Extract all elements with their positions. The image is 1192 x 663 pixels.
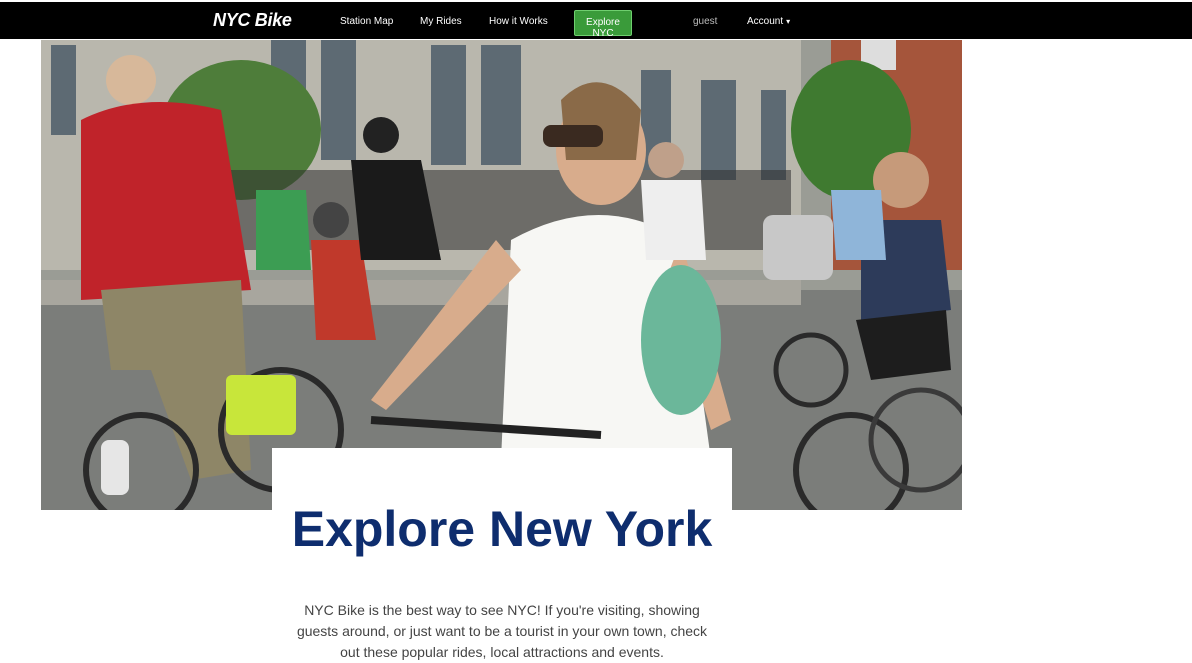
cyclists-photo [41,40,962,510]
page-title: Explore New York [291,500,713,557]
intro-paragraph: NYC Bike is the best way to see NYC! If … [296,602,708,660]
nav-explore-nyc[interactable]: Explore NYC [574,10,632,39]
nav-station-map[interactable]: Station Map [340,16,393,27]
top-navbar: NYC Bike Station Map My Rides How it Wor… [0,2,1192,39]
account-dropdown[interactable]: Account ▾ [747,16,790,27]
account-label: Account [747,16,784,27]
brand-logo-link[interactable]: NYC Bike [213,10,292,31]
hero-image [41,40,962,510]
username-label: guest [693,16,718,27]
nav-my-rides[interactable]: My Rides [420,16,462,27]
caret-down-icon: ▾ [786,17,791,26]
explore-card: Explore New York NYC Bike is the best wa… [272,448,732,662]
nav-how-it-works[interactable]: How it Works [489,16,548,27]
nav-explore-nyc-label: Explore NYC [586,17,620,39]
